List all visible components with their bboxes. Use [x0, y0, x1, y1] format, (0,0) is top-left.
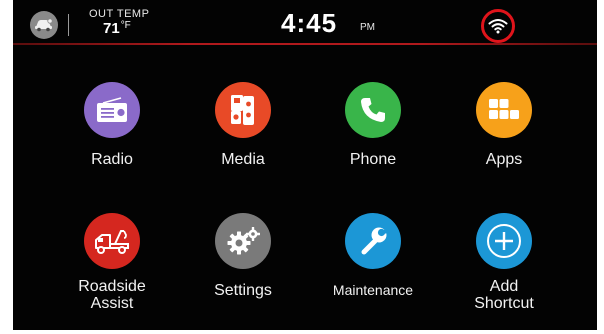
media-tile[interactable]: Media [183, 82, 303, 168]
gears-icon [215, 213, 271, 269]
apps-label: Apps [485, 151, 523, 168]
wrench-icon [345, 213, 401, 269]
temp-unit: °F [120, 20, 131, 31]
roadside-label-line2: Assist [90, 295, 134, 312]
apps-grid-icon [476, 82, 532, 138]
add-shortcut-tile[interactable]: Add Shortcut [444, 213, 564, 312]
shortcut-label-line1: Add [489, 278, 519, 295]
status-bar: OUT TEMP 71°F 4:45 PM [13, 0, 597, 44]
media-icon [215, 82, 271, 138]
tow-truck-icon [84, 213, 140, 269]
settings-tile[interactable]: Settings [183, 213, 303, 299]
shortcut-label-line2: Shortcut [474, 295, 534, 312]
maintenance-tile[interactable]: Maintenance [313, 213, 433, 299]
wifi-icon [488, 19, 508, 34]
phone-icon [345, 82, 401, 138]
phone-label: Phone [349, 151, 397, 168]
radio-tile[interactable]: Radio [52, 82, 172, 168]
head-unit-screen: OUT TEMP 71°F 4:45 PM Radio Media Phone … [13, 0, 597, 330]
out-temp-label: OUT TEMP [89, 8, 150, 20]
add-shortcut-label: Add Shortcut [444, 278, 564, 312]
out-temp-value: 71°F [103, 20, 131, 37]
car-settings-icon [35, 18, 53, 32]
maintenance-label: Maintenance [332, 282, 414, 298]
media-label: Media [221, 151, 265, 168]
car-settings-button[interactable] [30, 11, 58, 39]
settings-label: Settings [214, 282, 272, 299]
status-bar-accent-line [13, 43, 597, 45]
roadside-assist-label: Roadside Assist [52, 278, 172, 312]
wifi-status-button[interactable] [481, 9, 515, 43]
plus-circle-icon [476, 213, 532, 269]
radio-icon [84, 82, 140, 138]
apps-tile[interactable]: Apps [444, 82, 564, 168]
status-divider [68, 14, 69, 36]
roadside-assist-tile[interactable]: Roadside Assist [52, 213, 172, 312]
clock-time: 4:45 [281, 8, 338, 38]
roadside-label-line1: Roadside [78, 278, 146, 295]
radio-label: Radio [91, 151, 133, 168]
clock-ampm: PM [360, 22, 375, 33]
phone-tile[interactable]: Phone [313, 82, 433, 168]
